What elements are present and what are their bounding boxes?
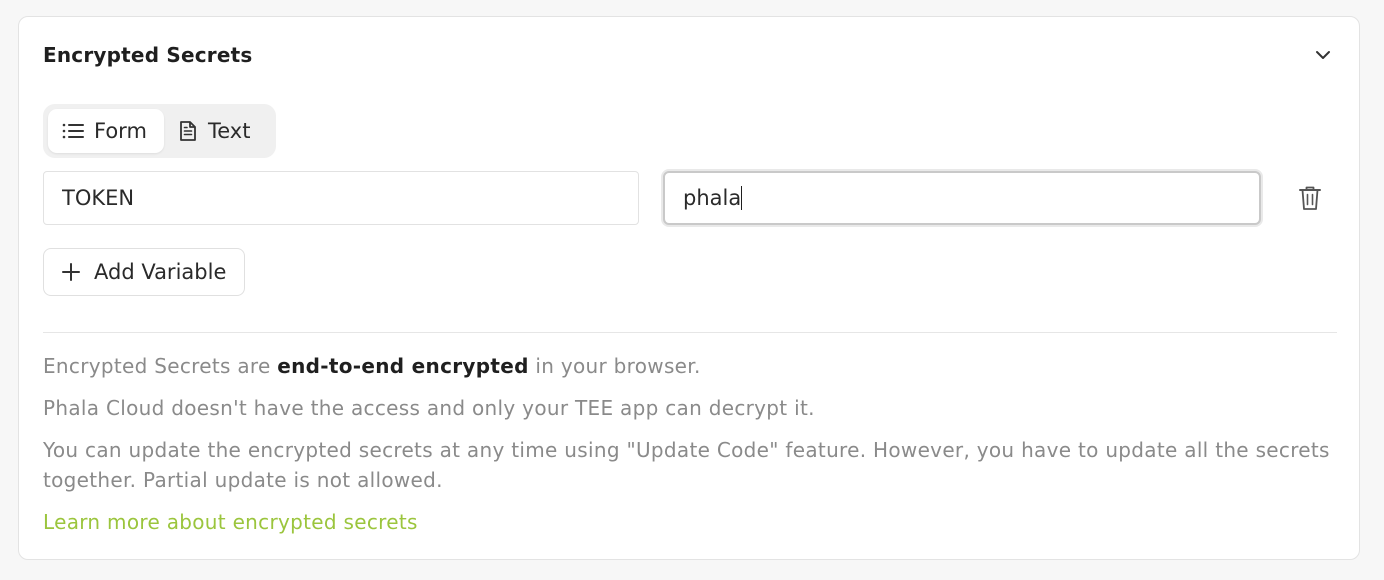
variable-key-input[interactable] [43, 171, 639, 225]
divider [43, 332, 1337, 333]
info-line-1-bold: end-to-end encrypted [277, 354, 529, 378]
add-variable-label: Add Variable [94, 260, 227, 284]
variable-value-input[interactable]: phala [663, 171, 1261, 225]
info-line-1: Encrypted Secrets are end-to-end encrypt… [43, 351, 1343, 381]
mode-toggle: Form Text [43, 104, 276, 158]
variable-value-text: phala [683, 186, 742, 210]
plus-icon [62, 263, 80, 281]
info-line-1-prefix: Encrypted Secrets are [43, 354, 278, 378]
add-variable-button[interactable]: Add Variable [43, 248, 245, 296]
list-icon [62, 123, 84, 139]
section-title: Encrypted Secrets [43, 43, 253, 67]
info-line-1-suffix: in your browser. [528, 354, 701, 378]
chevron-down-icon[interactable] [1313, 45, 1333, 65]
learn-more-link[interactable]: Learn more about encrypted secrets [43, 507, 418, 537]
tab-form[interactable]: Form [48, 109, 164, 153]
tab-form-label: Form [94, 119, 147, 143]
tab-text[interactable]: Text [164, 109, 264, 153]
info-line-2: Phala Cloud doesn't have the access and … [43, 396, 815, 420]
info-line-3: You can update the encrypted secrets at … [43, 438, 1330, 492]
card-header[interactable]: Encrypted Secrets [19, 17, 1359, 97]
encrypted-secrets-card: Encrypted Secrets Form Text TOKEN phala … [18, 16, 1360, 560]
document-icon [180, 121, 196, 141]
trash-icon[interactable] [1298, 185, 1322, 211]
tab-text-label: Text [208, 119, 251, 143]
text-cursor [741, 186, 743, 210]
page: Encrypted Secrets Form Text TOKEN phala … [0, 0, 1384, 580]
